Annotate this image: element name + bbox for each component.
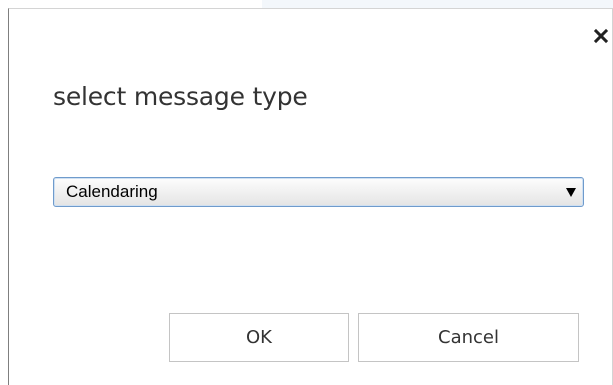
ok-button[interactable]: OK	[169, 313, 349, 362]
message-type-select-value: Calendaring	[66, 182, 158, 201]
close-button[interactable]	[592, 27, 610, 45]
dialog-title: select message type	[53, 82, 308, 111]
close-icon	[593, 28, 609, 44]
message-type-select[interactable]: Calendaring	[53, 177, 584, 207]
backdrop	[262, 0, 613, 8]
cancel-button[interactable]: Cancel	[358, 313, 579, 362]
select-message-type-dialog: select message type Calendaring OK Cance…	[8, 8, 613, 385]
screen: select message type Calendaring OK Cance…	[0, 0, 613, 385]
dropdown-arrow-icon	[566, 188, 576, 197]
